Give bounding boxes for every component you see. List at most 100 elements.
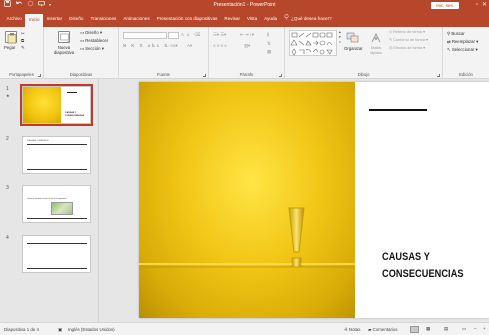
customize-icon[interactable]: ▾ (49, 0, 51, 10)
slide-thumbnail-3[interactable]: Lorem ipsum dolor sit amet texto de la d… (22, 185, 91, 223)
font-group: A A ⌫ N K S abc S ↔ Aa▾ A▾ Fuente (119, 27, 209, 79)
slide-background-image[interactable] (139, 82, 355, 318)
shape-outline-button[interactable]: ✎ Contorno de forma ▾ (389, 38, 428, 44)
slide-thumbnail-4[interactable] (22, 235, 91, 273)
comments-button[interactable]: ▰ Comentarios (368, 327, 398, 333)
status-bar: Diapositiva 1 de 4 ▣ Inglés (Estados Uni… (0, 322, 489, 335)
char-spacing-icon[interactable]: ↔ Aa▾ (165, 43, 178, 49)
tab-ayuda[interactable]: Ayuda (261, 13, 281, 24)
tab-animaciones[interactable]: Animaciones (120, 13, 153, 24)
section-label: Sección (85, 46, 101, 51)
find-button[interactable]: ⚲ Buscar (447, 31, 465, 37)
new-slide-button[interactable]: Nueva diapositiva (53, 45, 75, 55)
present-icon[interactable] (38, 0, 45, 11)
magnifier-icon: ⚲ (447, 31, 451, 36)
save-icon[interactable] (4, 0, 11, 11)
font-style-buttons[interactable]: N K S abc S (123, 43, 169, 49)
replace-icon: ⇄ (447, 39, 451, 44)
clipboard-launcher[interactable] (38, 74, 41, 77)
tab-insertar[interactable]: Insertar (43, 13, 66, 24)
replace-button[interactable]: ⇄ Reemplazar ▾ (447, 39, 478, 45)
zoom-plus-icon[interactable]: + (483, 326, 486, 331)
font-color-icon[interactable]: A▾ (187, 43, 192, 49)
redo-icon[interactable] (27, 0, 34, 11)
normal-view-icon[interactable] (410, 326, 419, 333)
select-label: Seleccionar (451, 47, 475, 52)
tab-transiciones[interactable]: Transiciones (87, 13, 120, 24)
thumbnail-picture (51, 202, 73, 215)
select-button[interactable]: ↖ Seleccionar ▾ (447, 47, 478, 53)
paste-button[interactable]: Pegar (4, 45, 15, 51)
slide-count: Diapositiva 1 de 4 (4, 327, 39, 332)
language-status[interactable]: Inglés (Estados Unidos) (68, 327, 115, 332)
tab-diseno[interactable]: Diseño (66, 13, 87, 24)
paste-icon[interactable] (5, 31, 17, 44)
thumbnail-divider (27, 218, 87, 219)
tab-presentacion[interactable]: Presentación con diapositivas (153, 13, 221, 24)
format-painter-icon[interactable]: ✎ (21, 45, 25, 51)
close-icon[interactable]: ✕ (482, 0, 487, 10)
reading-view-icon[interactable]: ▤ (444, 326, 448, 332)
ribbon-options-icon[interactable]: ▫ (476, 0, 478, 10)
tab-vista[interactable]: Vista (244, 13, 261, 24)
columns-icon[interactable]: ⫼ (267, 32, 269, 38)
notes-label: Notas (348, 327, 361, 332)
increase-font-button[interactable]: A (181, 32, 184, 38)
layout-button[interactable]: ▭ Diseño ▾ (80, 30, 102, 36)
align-icon[interactable]: ≡ ≡ ≡ ≡ (213, 43, 227, 49)
notes-button[interactable]: ≙ Notas (344, 327, 360, 333)
clear-format-icon[interactable]: ⌫ (194, 32, 200, 38)
shape-effects-button[interactable]: ◎ Efectos de forma ▾ (389, 46, 425, 52)
tell-me-box[interactable]: ¿Qué desea hacer? (281, 13, 336, 24)
svg-text:+: + (67, 39, 70, 44)
indent-icon[interactable]: ⇤ ⇥ ↕▾ (240, 32, 254, 38)
font-name-box[interactable] (123, 32, 167, 39)
paint-bucket-icon: ◇ (389, 30, 392, 34)
undo-icon[interactable] (15, 0, 23, 11)
column-layout-icon[interactable]: ▥▾ (244, 43, 250, 49)
cursor-icon: ↖ (447, 47, 451, 52)
smartart-icon[interactable]: ▦ (267, 49, 271, 55)
shape-fill-button[interactable]: ◇ Relleno de forma ▾ (389, 30, 425, 36)
reset-button[interactable]: ▭ Restablecer (80, 38, 108, 44)
cut-icon[interactable]: ✂ (21, 31, 25, 37)
spellcheck-icon[interactable]: ▣ (58, 327, 62, 333)
thumbnail-number: 3 (6, 185, 9, 191)
arrange-icon[interactable] (346, 32, 359, 44)
slide-thumbnail-1[interactable]: CAUSAS Y CONSECUENCIAS (19, 83, 94, 127)
arrange-button[interactable]: Organizar (344, 46, 363, 52)
drawing-label: Dibujo (357, 72, 370, 77)
section-button[interactable]: ▭ Sección ▾ (80, 46, 104, 52)
quick-styles-button[interactable]: Estilos rápidos (365, 46, 387, 55)
shapes-scroll-icon[interactable]: ▴ ▾ ▿ (339, 30, 341, 45)
tab-archivo[interactable]: Archivo (3, 13, 25, 24)
bullets-icon[interactable]: ☰▾ ☰▾ (213, 32, 226, 38)
tab-revisar[interactable]: Revisar (221, 13, 244, 24)
decrease-font-button[interactable]: A (187, 33, 189, 39)
thumbnail-title: CAUSAS Y CONSECUENCIAS (65, 112, 85, 117)
slide-title-line2: CONSECUENCIAS (382, 268, 464, 280)
zoom-minus-icon[interactable]: – (474, 326, 476, 331)
shapes-gallery[interactable] (289, 30, 337, 56)
drawing-group: ▴ ▾ ▿ Organizar Estilos rápidos ◇ Relleno … (285, 27, 443, 79)
exclamation-image (139, 207, 355, 268)
shape-fill-label: Relleno de forma (392, 30, 422, 34)
slide-sorter-icon[interactable]: ▦ (426, 326, 430, 332)
slide-title[interactable]: CAUSAS Y CONSECUENCIAS (382, 249, 464, 283)
font-size-box[interactable] (168, 32, 179, 39)
slideshow-icon[interactable]: ▭ (462, 326, 466, 332)
paragraph-launcher[interactable] (279, 74, 282, 77)
slide-thumbnail-2[interactable]: CAUSAS Y RIESGOS (22, 136, 91, 174)
copy-icon[interactable]: ⧉ (21, 38, 24, 44)
tab-inicio[interactable]: Inicio (25, 14, 44, 27)
font-launcher[interactable] (203, 74, 206, 77)
star-icon: ★ (6, 93, 10, 98)
current-slide[interactable]: CAUSAS Y CONSECUENCIAS (139, 82, 489, 318)
drawing-launcher[interactable] (437, 74, 440, 77)
quick-styles-icon[interactable] (370, 32, 382, 44)
text-direction-icon[interactable]: ⇅ (267, 41, 271, 47)
new-slide-icon[interactable]: + (58, 31, 70, 44)
paragraph-label: Párrafo (239, 72, 254, 77)
sign-in-button[interactable]: Inic. ses. (431, 1, 459, 9)
clipboard-label: Portapapeles (9, 72, 34, 77)
